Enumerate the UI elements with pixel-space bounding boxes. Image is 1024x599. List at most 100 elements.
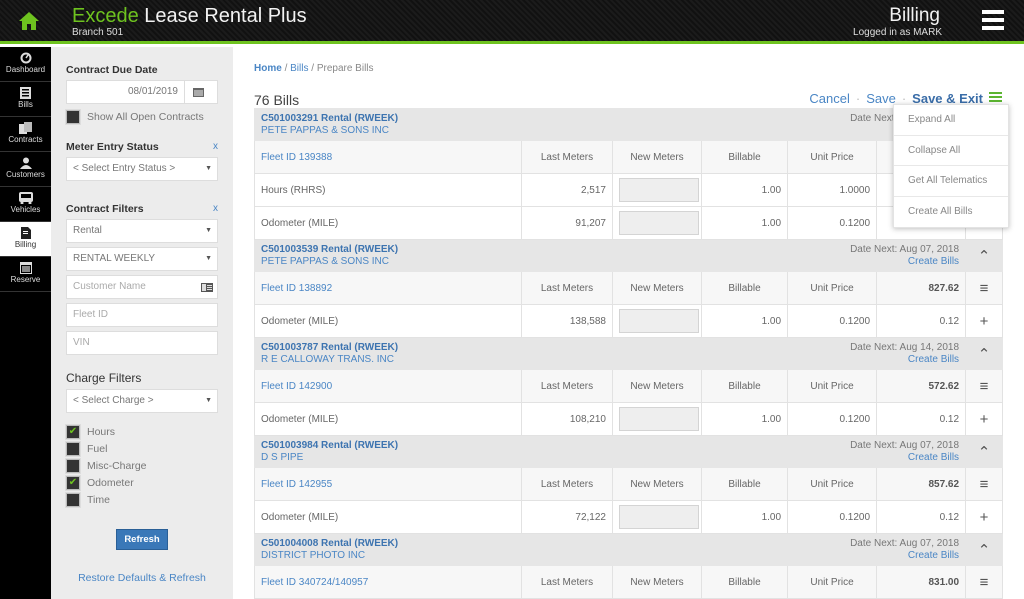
collapse-chevron-up-icon[interactable]: ⌃ [965,533,1004,566]
contract-id-link[interactable]: C501003787 Rental (RWEEK) [261,342,781,354]
customer-name-input[interactable]: Customer Name [66,275,218,299]
collapse-chevron-up-icon[interactable]: ⌃ [965,435,1004,468]
menu-item-get-all-telematics[interactable]: Get All Telematics [894,166,1008,197]
row-menu-icon[interactable]: ≡ [965,369,1004,403]
customer-name-link[interactable]: D S PIPE [261,452,781,464]
checkbox-box[interactable]: ✔ [66,476,80,490]
sidebar-item-contracts[interactable]: Contracts [0,117,51,152]
fleet-id-link[interactable]: Fleet ID 340724/140957 [254,565,522,599]
charge-checkbox-misc-charge[interactable]: Misc-Charge [66,459,218,473]
menu-item-collapse-all[interactable]: Collapse All [894,136,1008,166]
bulk-actions-menu-icon[interactable] [989,92,1002,104]
contact-card-icon[interactable] [201,283,213,292]
create-bills-link[interactable]: Create Bills [908,256,959,267]
collapse-chevron-up-icon[interactable]: ⌃ [965,337,1004,370]
calendar-icon[interactable] [184,81,211,103]
bulk-actions-dropdown: Expand All Collapse All Get All Telematics… [893,104,1009,228]
meter-row: Odometer (MILE) 138,588 1.00 0.1200 0.12 + [254,304,1004,338]
create-bills-link[interactable]: Create Bills [908,550,959,561]
row-menu-icon[interactable]: ≡ [965,467,1004,501]
row-menu-icon[interactable]: ≡ [965,565,1004,599]
breadcrumb-home[interactable]: Home [254,63,282,74]
col-billable: Billable [700,271,789,305]
fleet-id-link[interactable]: Fleet ID 142955 [254,467,522,501]
amount: 0.12 [876,500,967,534]
breadcrumb-bills[interactable]: Bills [290,63,308,74]
checkbox-box[interactable] [66,442,80,456]
bill-count: 76 Bills [254,92,300,108]
charge-checkbox-hours[interactable]: ✔ Hours [66,425,218,439]
meter-name: Odometer (MILE) [254,500,522,534]
due-date-field[interactable]: 08/01/2019 [66,80,218,104]
sidebar-item-vehicles[interactable]: Vehicles [0,187,51,222]
col-unit-price: Unit Price [787,140,878,174]
refresh-button[interactable]: Refresh [116,529,168,550]
show-open-contracts-checkbox[interactable]: Show All Open Contracts [66,110,218,124]
unit-price: 0.1200 [787,402,878,436]
checkbox-box[interactable]: ✔ [66,425,80,439]
fleet-id-link[interactable]: Fleet ID 142900 [254,369,522,403]
collapse-chevron-up-icon[interactable]: ⌃ [965,239,1004,272]
sidebar-item-reserve[interactable]: Reserve [0,257,51,292]
col-unit-price: Unit Price [787,565,878,599]
vin-input[interactable]: VIN [66,331,218,355]
col-new-meters: New Meters [612,271,702,305]
charge-checkbox-odometer[interactable]: ✔ Odometer [66,476,218,490]
customer-name-link[interactable]: PETE PAPPAS & SONS INC [261,256,781,268]
contract-type-select[interactable]: Rental ▼ [66,219,218,243]
save-button[interactable]: Save [866,91,896,106]
meter-row: Odometer (MILE) 72,122 1.00 0.1200 0.12 + [254,500,1004,534]
contract-id-link[interactable]: C501004008 Rental (RWEEK) [261,538,781,550]
new-meters-input[interactable] [619,505,699,529]
create-bills-link[interactable]: Create Bills [908,452,959,463]
rental-period-select[interactable]: RENTAL WEEKLY ▼ [66,247,218,271]
new-meters-input[interactable] [619,178,699,202]
contract-id-link[interactable]: C501003539 Rental (RWEEK) [261,244,781,256]
new-meters-input[interactable] [619,407,699,431]
add-charge-icon[interactable]: + [965,500,1004,534]
customer-name-link[interactable]: PETE PAPPAS & SONS INC [261,125,781,137]
charge-checkbox-time[interactable]: Time [66,493,218,507]
sidebar-item-billing[interactable]: Billing [0,222,51,257]
create-bills-link[interactable]: Create Bills [908,354,959,365]
charge-filters-label: Charge Filters [66,371,142,385]
clear-meter-status-button[interactable]: x [213,141,218,152]
cancel-button[interactable]: Cancel [809,91,849,106]
main-menu-icon[interactable] [982,10,1004,30]
menu-item-create-all-bills[interactable]: Create All Bills [894,197,1008,228]
fleet-header-row: Fleet ID 138892 Last Meters New Meters Bill… [254,271,1004,305]
amount: 0.12 [876,402,967,436]
new-meters-input[interactable] [619,309,699,333]
sidebar-item-dashboard[interactable]: Dashboard [0,47,51,82]
checkbox-box[interactable] [66,493,80,507]
contract-header-row: C501003291 Rental (RWEEK) PETE PAPPAS & S… [253,108,1004,141]
home-icon[interactable] [18,10,40,32]
customer-name-link[interactable]: DISTRICT PHOTO INC [261,550,781,562]
checkbox-box[interactable] [66,459,80,473]
charge-checkbox-fuel[interactable]: Fuel [66,442,218,456]
fleet-id-link[interactable]: Fleet ID 138892 [254,271,522,305]
clear-contract-filters-button[interactable]: x [213,203,218,214]
row-menu-icon[interactable]: ≡ [965,271,1004,305]
new-meters-input[interactable] [619,211,699,235]
col-new-meters: New Meters [612,369,702,403]
customer-name-link[interactable]: R E CALLOWAY TRANS. INC [261,354,781,366]
fleet-id-input[interactable]: Fleet ID [66,303,218,327]
checkbox-box[interactable] [66,110,80,124]
meter-status-select[interactable]: < Select Entry Status > ▼ [66,157,218,181]
restore-defaults-link[interactable]: Restore Defaults & Refresh [66,572,218,584]
bills-icon [0,87,51,99]
fleet-id-link[interactable]: Fleet ID 139388 [254,140,522,174]
add-charge-icon[interactable]: + [965,402,1004,436]
contract-id-link[interactable]: C501003984 Rental (RWEEK) [261,440,781,452]
sidebar-item-bills[interactable]: Bills [0,82,51,117]
sidebar-item-label: Bills [18,100,33,109]
contract-id-link[interactable]: C501003291 Rental (RWEEK) [261,113,781,125]
add-charge-icon[interactable]: + [965,304,1004,338]
sidebar-item-customers[interactable]: Customers [0,152,51,187]
meter-row: Odometer (MILE) 91,207 1.00 0.1200 [254,206,1004,240]
last-meters: 91,207 [521,206,613,240]
charge-select[interactable]: < Select Charge > ▼ [66,389,218,413]
menu-item-expand-all[interactable]: Expand All [894,105,1008,136]
contract-header-row: C501004008 Rental (RWEEK) DISTRICT PHOTO … [253,533,1004,566]
